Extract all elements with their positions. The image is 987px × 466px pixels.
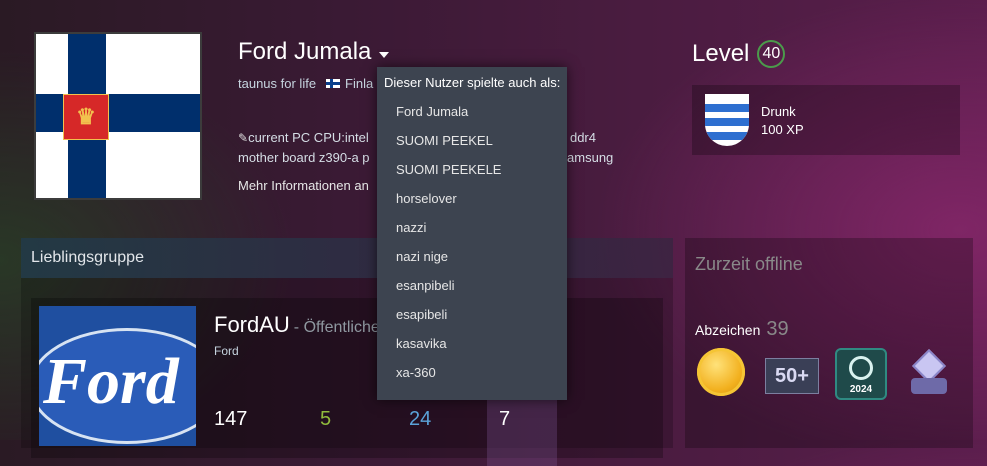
group-members-count: 147 <box>214 408 248 430</box>
profile-avatar: ♛ <box>34 32 202 200</box>
pencil-icon: ✎ <box>238 131 249 145</box>
more-info-link[interactable]: Mehr Informationen an <box>238 178 369 193</box>
group-name-row[interactable]: FordAU - Öffentliche <box>214 312 380 338</box>
favorite-group-header: Lieblingsgruppe <box>21 238 673 278</box>
favorite-group-title: Lieblingsgruppe <box>31 249 144 266</box>
alias-item[interactable]: kasavika <box>396 336 447 351</box>
alias-item[interactable]: Ford Jumala <box>396 104 468 119</box>
level-badge[interactable]: 40 <box>757 40 786 68</box>
group-online-count: 24 <box>409 408 432 430</box>
favorite-group-panel: Lieblingsgruppe Ford FordAU - Öffentliche… <box>21 238 673 466</box>
alias-item[interactable]: esapibeli <box>396 307 447 322</box>
badge-name: Drunk <box>761 104 796 119</box>
in-chat-stat-background <box>487 396 557 466</box>
group-logo-text: Ford <box>43 345 179 418</box>
badges-link[interactable]: Abzeichen 39 <box>695 318 789 341</box>
group-type: - Öffentliche <box>293 319 380 336</box>
gold-coin-badge-icon[interactable] <box>697 348 745 396</box>
group-in-game-count: 5 <box>320 408 332 430</box>
finland-flag-icon <box>326 79 341 88</box>
real-name: taunus for life <box>238 76 317 91</box>
real-name-row: taunus for life Finla <box>238 76 373 91</box>
steam-2024-badge-icon[interactable]: 2024 <box>835 348 887 400</box>
ford-logo-icon[interactable]: Ford <box>39 306 196 446</box>
alias-menu-header: Dieser Nutzer spielte auch als: <box>384 75 561 90</box>
alias-item[interactable]: nazi nige <box>396 249 448 264</box>
level-label: Level <box>692 40 750 67</box>
group-in-chat-count: 7 <box>499 408 511 430</box>
group-name[interactable]: FordAU <box>214 312 290 337</box>
alias-history-menu: Dieser Nutzer spielte auch als: Ford Jum… <box>377 67 567 400</box>
coat-of-arms-icon: ♛ <box>63 94 109 140</box>
location: Finla <box>345 76 374 91</box>
badges-label[interactable]: Abzeichen <box>695 322 760 338</box>
summary-line-1-text: current PC CPU:intel <box>248 130 369 145</box>
alias-item[interactable]: esanpibeli <box>396 278 455 293</box>
alias-item[interactable]: SUOMI PEEKEL <box>396 133 493 148</box>
alias-item[interactable]: SUOMI PEEKELE <box>396 162 501 177</box>
status-panel: Zurzeit offline Abzeichen 39 50+ 2024 <box>685 238 973 448</box>
group-tag: Ford <box>214 344 239 358</box>
avatar-flag-horizontal-bar <box>36 94 200 132</box>
badge-2024-year: 2024 <box>849 384 873 395</box>
group-card[interactable]: Ford FordAU - Öffentliche Ford 147 5 24 7 <box>31 298 663 466</box>
online-status: Zurzeit offline <box>695 254 803 274</box>
summary-line-2-text: mother board z390-a p <box>238 150 370 165</box>
crystal-badge-icon[interactable] <box>907 349 951 398</box>
alias-dropdown-caret-icon[interactable] <box>379 52 390 58</box>
fifty-plus-badge-icon[interactable]: 50+ <box>765 358 819 394</box>
alias-item[interactable]: horselover <box>396 191 457 206</box>
persona-name-row: Ford Jumala <box>238 38 390 66</box>
favorite-badge-card[interactable]: Drunk 100 XP <box>692 85 960 155</box>
badges-count[interactable]: 39 <box>766 318 788 341</box>
drunk-badge-icon <box>705 94 749 146</box>
persona-name: Ford Jumala <box>238 38 372 65</box>
badge-xp: 100 XP <box>761 122 804 137</box>
alias-item[interactable]: nazzi <box>396 220 426 235</box>
level-row: Level 40 <box>692 40 786 68</box>
alias-item[interactable]: xa-360 <box>396 365 436 380</box>
